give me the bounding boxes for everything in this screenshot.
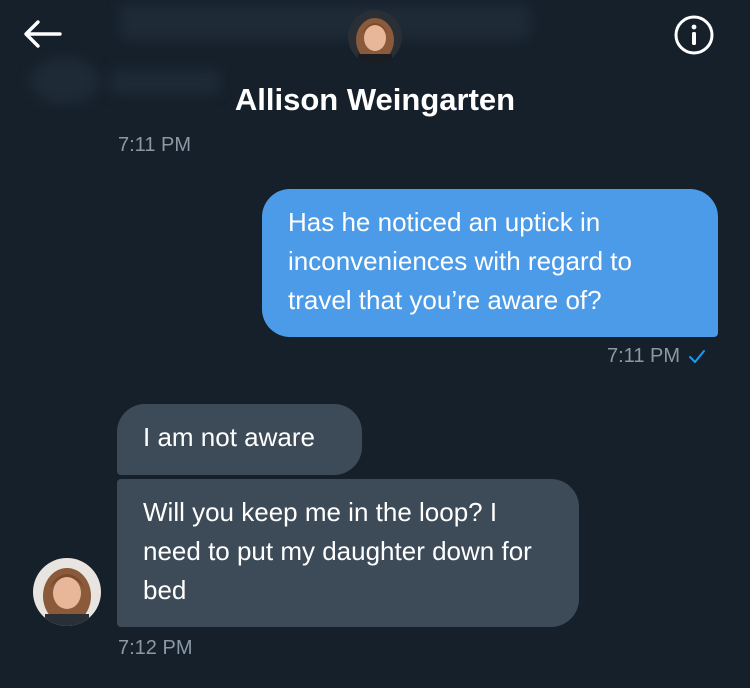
arrow-left-icon (24, 20, 62, 48)
message-timestamp-row: 7:11 PM (607, 345, 706, 368)
blurred-background-row (120, 4, 530, 40)
avatar-image (33, 558, 101, 626)
checkmark-icon (689, 349, 705, 363)
message-timestamp: 7:12 PM (118, 637, 193, 659)
avatar[interactable] (348, 10, 402, 64)
received-message-bubble[interactable]: I am not aware (117, 404, 362, 475)
back-button[interactable] (20, 16, 64, 52)
avatar-image (348, 10, 402, 64)
message-timestamp: 7:11 PM (118, 134, 191, 156)
received-message-bubble[interactable]: Will you keep me in the loop? I need to … (117, 479, 579, 627)
contact-name[interactable]: Allison Weingarten (0, 82, 750, 118)
sender-avatar[interactable] (33, 558, 101, 626)
message-timestamp: 7:11 PM (607, 345, 680, 367)
conversation-info-button[interactable] (672, 13, 716, 57)
info-circle-icon (674, 15, 714, 55)
sent-message-bubble[interactable]: Has he noticed an uptick in inconvenienc… (262, 189, 718, 337)
conversation-header: Allison Weingarten (0, 0, 750, 128)
